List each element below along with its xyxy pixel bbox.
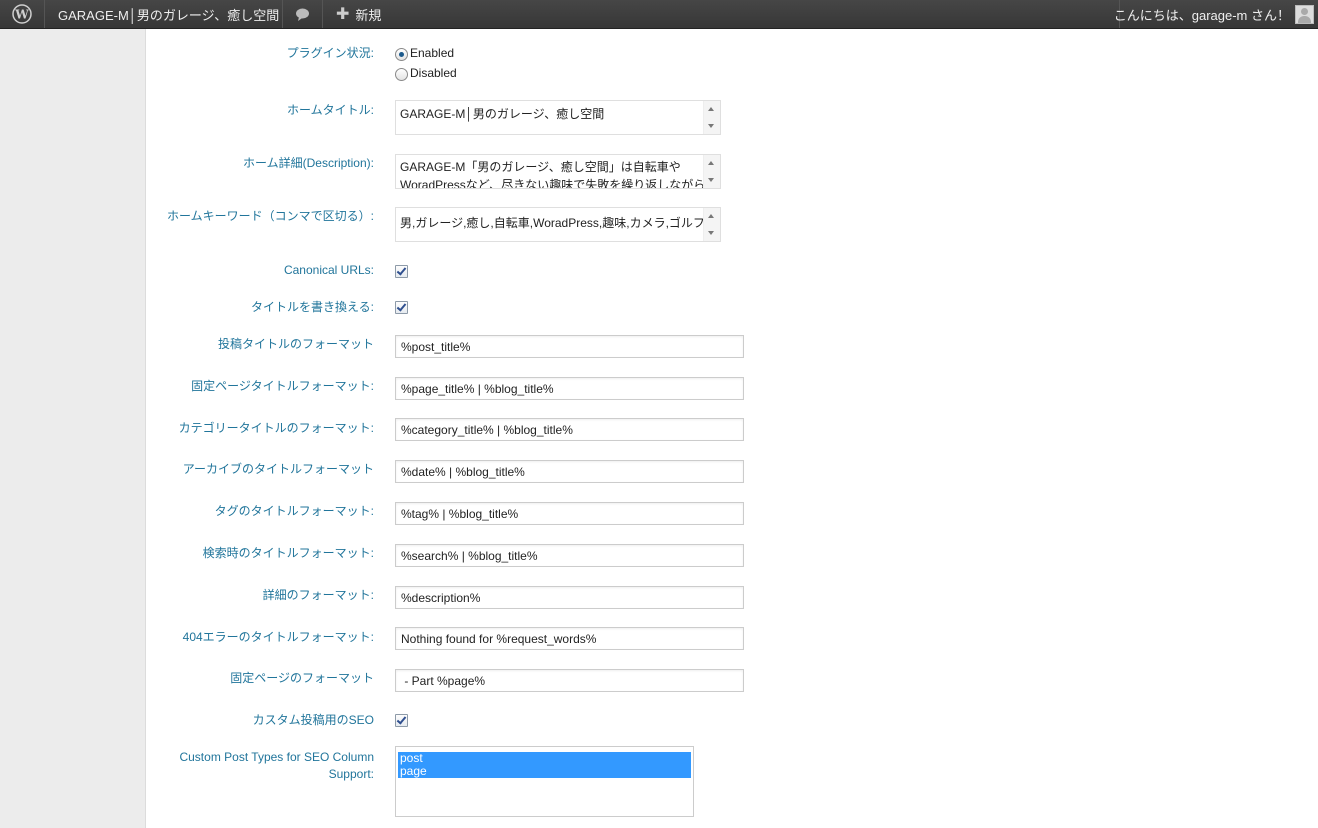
- plugin-status-enabled-label[interactable]: Enabled: [410, 46, 454, 61]
- custom-post-seo-label: カスタム投稿用のSEO: [252, 713, 374, 727]
- post-title-format-label: 投稿タイトルのフォーマット: [217, 337, 374, 351]
- search-title-format-input[interactable]: [395, 544, 744, 567]
- home-keywords-value: 男,ガレージ,癒し,自転車,WoradPress,趣味,カメラ,ゴルフ: [400, 216, 705, 230]
- admin-sidebar: [0, 29, 146, 828]
- new-content-button[interactable]: ✚ 新規: [336, 0, 381, 28]
- category-title-format-input[interactable]: [395, 418, 744, 441]
- home-description-line2: WoradPressなど、尽きない趣味で失敗を繰り返しながらも: [400, 178, 718, 189]
- description-format-input[interactable]: [395, 586, 744, 609]
- svg-text:W: W: [14, 8, 29, 22]
- home-title-value: GARAGE-M│男のガレージ、癒し空間: [400, 107, 605, 121]
- textarea-scrollbar[interactable]: [703, 208, 720, 241]
- page-title-format-input[interactable]: [395, 377, 744, 400]
- scroll-down-icon[interactable]: [708, 124, 714, 128]
- account-avatar[interactable]: [1294, 0, 1314, 28]
- cpt-column-support-label-line2: Support:: [328, 767, 374, 781]
- plugin-status-enabled-radio[interactable]: [395, 48, 408, 61]
- cpt-column-support-listbox[interactable]: post page: [395, 746, 694, 817]
- 404-title-format-input[interactable]: [395, 627, 744, 650]
- cpt-column-support-label-line1: Custom Post Types for SEO Column: [179, 750, 374, 764]
- rewrite-titles-checkbox[interactable]: [395, 301, 408, 314]
- 404-title-format-label: 404エラーのタイトルフォーマット:: [182, 630, 374, 644]
- plugin-status-label: プラグイン状況:: [286, 46, 374, 60]
- category-title-format-label: カテゴリータイトルのフォーマット:: [178, 421, 374, 435]
- site-name-link[interactable]: GARAGE-M│男のガレージ、癒し空間: [58, 0, 279, 28]
- scroll-up-icon[interactable]: [708, 161, 714, 165]
- wordpress-icon: W: [12, 4, 32, 24]
- admin-bar: W GARAGE-M│男のガレージ、癒し空間 ✚ 新規 こんにちは、garage…: [0, 0, 1318, 29]
- comments-button[interactable]: [282, 0, 322, 28]
- home-keywords-textarea[interactable]: 男,ガレージ,癒し,自転車,WoradPress,趣味,カメラ,ゴルフ: [395, 207, 721, 242]
- description-format-label: 詳細のフォーマット:: [262, 588, 374, 602]
- plugin-status-disabled-radio[interactable]: [395, 68, 408, 81]
- home-description-line1: GARAGE-M「男のガレージ、癒し空間」は自転車や: [400, 160, 681, 174]
- rewrite-titles-label: タイトルを書き換える:: [251, 300, 374, 314]
- account-greeting[interactable]: こんにちは、garage-m さん！: [1114, 0, 1290, 28]
- canonical-urls-label: Canonical URLs:: [283, 263, 374, 277]
- avatar-icon: [1294, 4, 1314, 24]
- archive-title-format-input[interactable]: [395, 460, 744, 483]
- home-description-textarea[interactable]: GARAGE-M「男のガレージ、癒し空間」は自転車や WoradPressなど、…: [395, 154, 721, 189]
- comment-bubble-icon: [295, 8, 309, 21]
- home-title-textarea[interactable]: GARAGE-M│男のガレージ、癒し空間: [395, 100, 721, 135]
- tag-title-format-input[interactable]: [395, 502, 744, 525]
- archive-title-format-label: アーカイブのタイトルフォーマット: [182, 462, 374, 476]
- post-title-format-input[interactable]: [395, 335, 744, 358]
- home-description-label: ホーム詳細(Description):: [243, 156, 374, 170]
- textarea-scrollbar[interactable]: [703, 155, 720, 188]
- listbox-option-post[interactable]: post: [398, 752, 691, 765]
- plus-icon: ✚: [336, 6, 350, 23]
- scroll-down-icon[interactable]: [708, 178, 714, 182]
- page-title-format-label: 固定ページタイトルフォーマット:: [191, 379, 374, 393]
- home-keywords-label: ホームキーワード（コンマで区切る）:: [167, 209, 374, 223]
- textarea-scrollbar[interactable]: [703, 101, 720, 134]
- custom-post-seo-checkbox[interactable]: [395, 714, 408, 727]
- tag-title-format-label: タグのタイトルフォーマット:: [214, 504, 374, 518]
- paged-format-input[interactable]: [395, 669, 744, 692]
- plugin-status-disabled-label[interactable]: Disabled: [410, 66, 457, 81]
- new-content-label: 新規: [355, 7, 382, 23]
- listbox-option-page[interactable]: page: [398, 765, 691, 778]
- canonical-urls-checkbox[interactable]: [395, 265, 408, 278]
- paged-format-label: 固定ページのフォーマット: [230, 671, 374, 685]
- scroll-down-icon[interactable]: [708, 231, 714, 235]
- search-title-format-label: 検索時のタイトルフォーマット:: [202, 546, 374, 560]
- scroll-up-icon[interactable]: [708, 214, 714, 218]
- wordpress-logo-button[interactable]: W: [0, 0, 44, 28]
- scroll-up-icon[interactable]: [708, 107, 714, 111]
- home-title-label: ホームタイトル:: [287, 103, 374, 117]
